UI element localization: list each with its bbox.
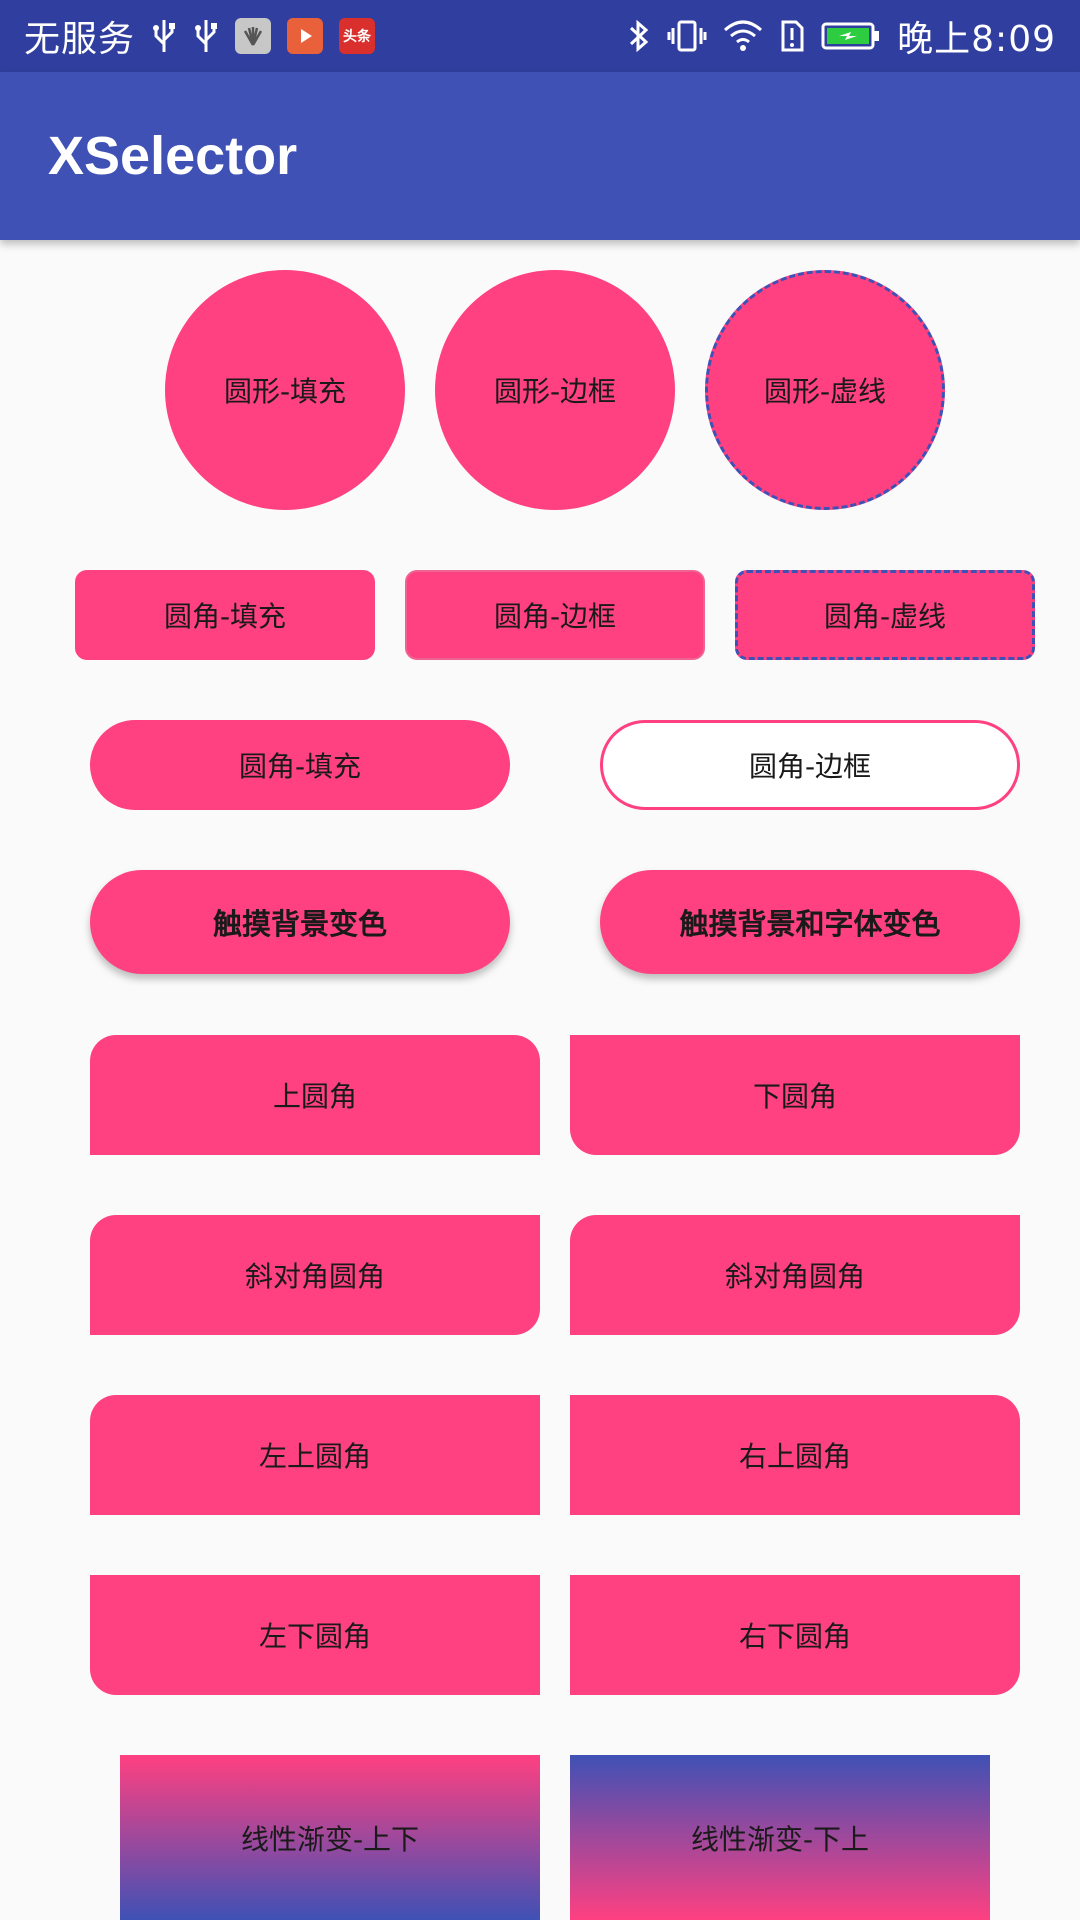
pill-fill-button[interactable]: 圆角-填充 (90, 720, 510, 810)
toutiao-app-icon: 头条 (339, 18, 376, 54)
app-title: XSelector (48, 126, 298, 186)
huawei-app-icon (235, 18, 272, 54)
top-corners-button[interactable]: 上圆角 (90, 1035, 540, 1155)
usb-icon (151, 18, 177, 54)
vibrate-icon (667, 18, 707, 54)
gradient-bottom-top-button[interactable]: 线性渐变-下上 (570, 1755, 990, 1920)
circle-fill-button[interactable]: 圆形-填充 (165, 270, 405, 510)
battery-charging-icon (821, 18, 881, 54)
app-bar: XSelector (0, 72, 1080, 240)
carrier-status: 无服务 (24, 19, 136, 60)
circle-border-button[interactable]: 圆形-边框 (435, 270, 675, 510)
bluetooth-icon (627, 18, 651, 54)
touch-bg-text-change-button[interactable]: 触摸背景和字体变色 (600, 870, 1020, 974)
bottom-left-corner-button[interactable]: 左下圆角 (90, 1575, 540, 1695)
rounded-border-button[interactable]: 圆角-边框 (405, 570, 705, 660)
pill-border-button[interactable]: 圆角-边框 (600, 720, 1020, 810)
top-right-corner-button[interactable]: 右上圆角 (570, 1395, 1020, 1515)
usb-icon (193, 18, 219, 54)
touch-bg-change-button[interactable]: 触摸背景变色 (90, 870, 510, 974)
top-left-corner-button[interactable]: 左上圆角 (90, 1395, 540, 1515)
bottom-right-corner-button[interactable]: 右下圆角 (570, 1575, 1020, 1695)
video-app-icon (287, 18, 324, 54)
diagonal-corners-button[interactable]: 斜对角圆角 (90, 1215, 540, 1335)
gradient-top-bottom-button[interactable]: 线性渐变-上下 (120, 1755, 540, 1920)
sim-alert-icon (779, 18, 805, 54)
diagonal-corners-button[interactable]: 斜对角圆角 (570, 1215, 1020, 1335)
rounded-dashed-button[interactable]: 圆角-虚线 (735, 570, 1035, 660)
status-bar: 无服务 头条 晚上8:09 (0, 0, 1080, 72)
bottom-corners-button[interactable]: 下圆角 (570, 1035, 1020, 1155)
status-bar-right: 晚上8:09 (627, 10, 1056, 62)
circle-dashed-button[interactable]: 圆形-虚线 (705, 270, 945, 510)
rounded-fill-button[interactable]: 圆角-填充 (75, 570, 375, 660)
status-bar-left: 无服务 头条 (24, 10, 376, 62)
wifi-icon (723, 18, 763, 54)
clock: 晚上8:09 (897, 19, 1056, 60)
